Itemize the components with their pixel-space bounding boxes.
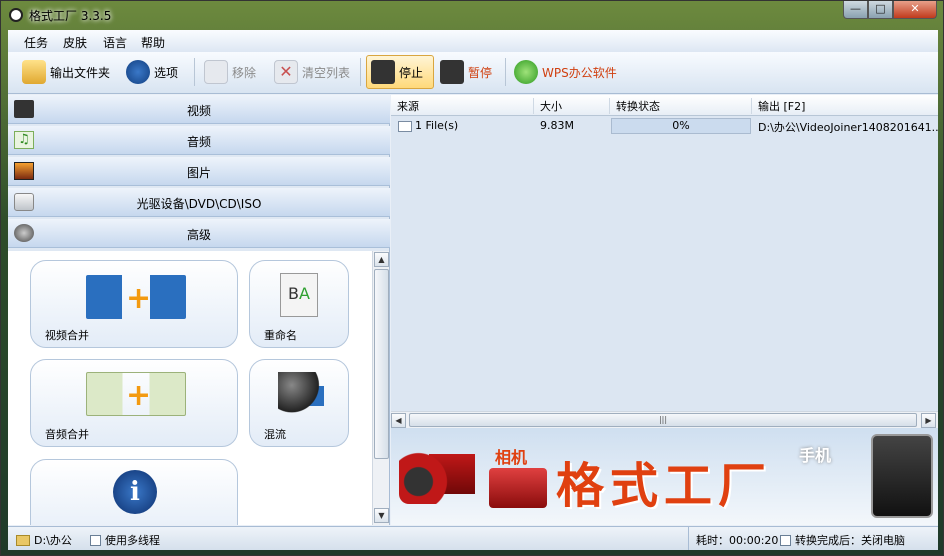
- category-advanced[interactable]: 高级: [8, 219, 390, 248]
- folder-icon: [22, 60, 46, 84]
- category-audio-label: 音频: [186, 135, 211, 149]
- small-folder-icon: [16, 535, 30, 546]
- menu-help[interactable]: 帮助: [141, 34, 165, 51]
- close-button[interactable]: ✕: [893, 1, 937, 19]
- clear-list-label: 清空列表: [302, 65, 351, 80]
- elapsed-time: 耗时：00:00:20: [696, 534, 779, 547]
- options-button[interactable]: 选项: [122, 55, 182, 89]
- folder-path[interactable]: D:\办公: [16, 532, 72, 548]
- title-bar: 格式工厂 3.3.5 — □ ✕: [1, 1, 944, 29]
- row-size: 9.83M: [540, 119, 574, 132]
- row-source: 1 File(s): [415, 119, 459, 132]
- document-icon: [204, 60, 228, 84]
- tool-mux-label: 混流: [264, 428, 286, 441]
- pause-button[interactable]: 暂停: [436, 55, 496, 89]
- tool-media-info[interactable]: i: [30, 459, 238, 525]
- options-label: 选项: [154, 65, 179, 80]
- left-panel: 视频 ♫ 音频 图片 光驱设备\DVD\CD\ISO 高级 + 视频合并 BA …: [8, 95, 390, 525]
- multithread-checkbox[interactable]: [90, 535, 101, 546]
- banner-title: 格式工厂: [556, 458, 773, 514]
- promo-banner[interactable]: 相机 格式工厂 手机: [391, 428, 938, 525]
- row-status: 0%: [672, 119, 690, 132]
- category-advanced-label: 高级: [186, 228, 211, 242]
- camcorder-icon: [399, 448, 477, 504]
- table-row[interactable]: 1 File(s) 9.83M 0% D:\办公\VideoJoiner1408…: [391, 95, 938, 139]
- media-info-icon: i: [113, 470, 157, 514]
- maximize-button[interactable]: □: [868, 1, 893, 19]
- scroll-down-button[interactable]: ▼: [374, 508, 389, 523]
- pause-film-icon: [440, 60, 464, 84]
- camera-icon: [489, 468, 547, 508]
- wps-globe-icon: [514, 60, 538, 84]
- after-complete-option[interactable]: 转换完成后：关闭电脑: [780, 532, 905, 548]
- task-list-panel: 来源 大小 转换状态 输出 [F2] 1 File(s) 9.83M 0% D:…: [391, 95, 938, 428]
- window-title: 格式工厂 3.3.5: [29, 9, 112, 23]
- tool-rename-label: 重命名: [264, 329, 297, 342]
- main-client: 任务 皮肤 语言 帮助 输出文件夹 选项 移除 ✕ 清空列表 停止 暂停 WPS…: [8, 30, 938, 550]
- stop-label: 停止: [399, 65, 424, 80]
- tool-audio-merge[interactable]: + 音频合并: [30, 359, 238, 447]
- scroll-thumb[interactable]: [374, 269, 389, 459]
- row-output: D:\办公\VideoJoiner1408201641...: [758, 121, 938, 134]
- rename-icon: BA: [280, 273, 318, 317]
- scroll-right-button[interactable]: ▶: [921, 413, 936, 428]
- camera-label: 相机: [495, 448, 528, 467]
- scroll-up-button[interactable]: ▲: [374, 252, 389, 267]
- scroll-left-button[interactable]: ◀: [391, 413, 406, 428]
- multithread-option[interactable]: 使用多线程: [90, 532, 160, 548]
- remove-button[interactable]: 移除: [200, 55, 260, 89]
- phone-label: 手机: [799, 446, 832, 465]
- menu-task[interactable]: 任务: [24, 34, 48, 51]
- clear-x-icon: ✕: [274, 60, 298, 84]
- app-logo-icon: [9, 8, 23, 22]
- wps-button[interactable]: WPS办公软件: [510, 55, 621, 89]
- wps-label: WPS办公软件: [542, 65, 617, 80]
- multithread-label: 使用多线程: [105, 534, 160, 547]
- stop-button[interactable]: 停止: [366, 55, 434, 89]
- toolbar: 输出文件夹 选项 移除 ✕ 清空列表 停止 暂停 WPS办公软件: [8, 52, 938, 94]
- category-picture-label: 图片: [186, 166, 211, 180]
- menu-bar: 任务 皮肤 语言 帮助: [8, 30, 938, 52]
- tool-video-merge[interactable]: + 视频合并: [30, 260, 238, 348]
- options-gear-icon: [126, 60, 150, 84]
- h-scroll-thumb[interactable]: |||: [409, 413, 917, 427]
- tool-video-merge-label: 视频合并: [45, 329, 89, 342]
- minimize-button[interactable]: —: [843, 1, 868, 19]
- category-dvd-label: 光驱设备\DVD\CD\ISO: [136, 197, 262, 211]
- app-window: 格式工厂 3.3.5 — □ ✕ 任务 皮肤 语言 帮助 输出文件夹 选项 移除: [0, 0, 944, 556]
- mux-icon: [278, 372, 324, 416]
- menu-language[interactable]: 语言: [103, 34, 127, 51]
- clear-list-button[interactable]: ✕ 清空列表: [270, 55, 354, 89]
- shutdown-checkbox[interactable]: [780, 535, 791, 546]
- output-folder-label: 输出文件夹: [50, 65, 111, 80]
- pause-label: 暂停: [468, 65, 493, 80]
- remove-label: 移除: [232, 65, 257, 80]
- tool-audio-merge-label: 音频合并: [45, 428, 89, 441]
- output-folder-button[interactable]: 输出文件夹: [18, 55, 114, 89]
- tool-mux[interactable]: 混流: [249, 359, 349, 447]
- category-video-label: 视频: [186, 104, 211, 118]
- stop-film-icon: [371, 60, 395, 84]
- status-bar: D:\办公 使用多线程 耗时：00:00:20 转换完成后：关闭电脑: [8, 526, 938, 550]
- category-audio[interactable]: ♫ 音频: [8, 126, 390, 155]
- tools-scrollbar[interactable]: ▲ ▼: [372, 251, 389, 525]
- phone-icon: [871, 434, 933, 518]
- after-complete-label: 转换完成后：关闭电脑: [795, 534, 905, 547]
- table-h-scrollbar[interactable]: ◀ ||| ▶: [391, 411, 938, 428]
- category-dvd[interactable]: 光驱设备\DVD\CD\ISO: [8, 188, 390, 217]
- tool-rename[interactable]: BA 重命名: [249, 260, 349, 348]
- menu-skin[interactable]: 皮肤: [63, 34, 87, 51]
- category-picture[interactable]: 图片: [8, 157, 390, 186]
- advanced-tools-grid: + 视频合并 BA 重命名 + 音频合并 混流 i: [8, 251, 372, 525]
- category-video[interactable]: 视频: [8, 95, 390, 124]
- folder-path-text: D:\办公: [34, 534, 72, 547]
